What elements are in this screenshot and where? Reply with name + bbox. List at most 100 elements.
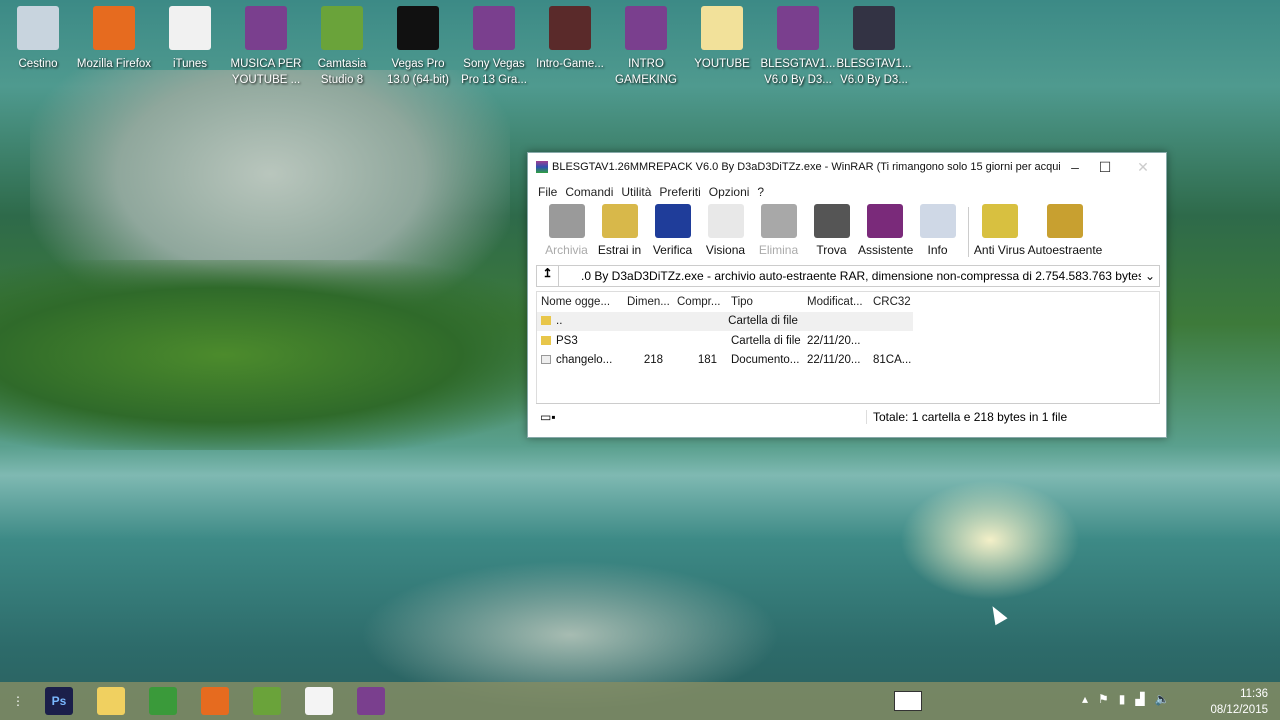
toolbar-button-label: Assistente xyxy=(858,243,914,257)
table-row[interactable]: changelo... 218 181 Documento... 22/11/20...… xyxy=(537,351,1159,371)
wallpaper-trees xyxy=(0,260,560,450)
toolbar-button-trova[interactable]: Trova xyxy=(805,204,858,257)
taskbar-firefox[interactable] xyxy=(192,683,238,719)
address-bar[interactable]: ↥ .0 By D3aD3DiTZz.exe - archivio auto-e… xyxy=(536,265,1160,287)
toolbar-button-label: Archivia xyxy=(545,243,588,257)
desktop-icon-label: Mozilla Firefox xyxy=(76,58,152,70)
toolbar-button-label: Visiona xyxy=(705,243,746,257)
desktop-icon-label: MUSICA PER YOUTUBE ... xyxy=(230,58,302,86)
title-bar[interactable]: BLESGTAV1.26MMREPACK V6.0 By D3aD3DiTZz.… xyxy=(528,153,1166,181)
firefox-icon xyxy=(201,687,229,715)
verifica-icon xyxy=(654,204,691,238)
desktop-icon-image xyxy=(321,6,363,50)
toolbar-button-label: Estrai in xyxy=(597,243,642,257)
cell: 22/11/20... xyxy=(807,354,861,367)
desktop-icon-image xyxy=(853,6,895,50)
taskbar-file-explorer[interactable] xyxy=(88,683,134,719)
toolbar-button-verifica[interactable]: Verifica xyxy=(646,204,699,257)
menu-item[interactable]: Comandi xyxy=(565,185,613,199)
desktop-icon[interactable]: Vegas Pro 13.0 (64-bit) xyxy=(380,6,456,88)
desktop-icon-image xyxy=(397,6,439,50)
toolbar-button-label: Autoestraente xyxy=(1027,243,1103,257)
toolbar-button-info[interactable]: Info xyxy=(911,204,964,257)
cell: 22/11/20... xyxy=(807,334,861,347)
minimize-button[interactable]: – xyxy=(1060,159,1090,175)
toolbar-button-archivia[interactable]: Archivia xyxy=(540,204,593,257)
menu-item[interactable]: Preferiti xyxy=(659,185,700,199)
taskbar: ⋮ Ps ▴ ⚑ ▮ ▟ 🔈 11:36 08/12/2015 xyxy=(0,682,1280,720)
toolbar-button-elimina[interactable]: Elimina xyxy=(752,204,805,257)
desktop-icon[interactable]: Intro-Game... xyxy=(532,6,608,72)
table-row[interactable]: .. Cartella di file xyxy=(537,311,913,331)
estrai-in-icon xyxy=(601,204,638,238)
desktop-icon-image xyxy=(625,6,667,50)
status-text: Totale: 1 cartella e 218 bytes in 1 file xyxy=(866,409,1160,424)
column-header[interactable]: Dimen... xyxy=(621,296,671,308)
toolbar-button-assistente[interactable]: Assistente xyxy=(858,204,914,257)
column-header[interactable]: Modificat... xyxy=(807,296,873,308)
toolbar-button-label: Info xyxy=(927,243,948,257)
desktop-icon[interactable]: Mozilla Firefox xyxy=(76,6,152,72)
toolbar-button-autoestraente[interactable]: Autoestraente xyxy=(1026,204,1104,257)
menu-item[interactable]: ? xyxy=(757,185,764,199)
autoestraente-icon xyxy=(1047,204,1083,238)
desktop-icon-label: Vegas Pro 13.0 (64-bit) xyxy=(386,58,449,86)
taskbar-winrar[interactable] xyxy=(348,683,394,719)
touch-keyboard-icon[interactable] xyxy=(894,691,922,711)
cell: changelo... xyxy=(537,354,621,366)
cell: Cartella di file xyxy=(731,334,801,347)
file-name: .. xyxy=(556,315,563,328)
close-button[interactable]: ✕ xyxy=(1120,153,1166,181)
desktop-icon[interactable]: iTunes xyxy=(152,6,228,72)
start-grip-icon[interactable]: ⋮ xyxy=(0,694,36,708)
toolbar-button-label: Trova xyxy=(816,243,847,257)
taskbar-camtasia[interactable] xyxy=(244,683,290,719)
clock-date: 08/12/2015 xyxy=(1210,704,1268,716)
drive-key-icon[interactable]: ▭▪ xyxy=(536,410,866,424)
desktop-icon[interactable]: YOUTUBE xyxy=(684,6,760,72)
maximize-button[interactable]: ☐ xyxy=(1090,159,1120,176)
desktop-icon[interactable]: Cestino xyxy=(0,6,76,72)
up-folder-button[interactable]: ↥ xyxy=(537,266,559,286)
action-center-icon[interactable]: ⚑ xyxy=(1098,692,1109,706)
column-header[interactable]: Nome ogge... xyxy=(537,296,621,308)
file-name: changelo... xyxy=(556,354,613,367)
desktop-icon[interactable]: BLESGTAV1... V6.0 By D3... xyxy=(836,6,912,88)
menu-item[interactable]: File xyxy=(538,185,557,199)
taskbar-photoshop[interactable]: Ps xyxy=(36,683,82,719)
desktop-icon[interactable]: MUSICA PER YOUTUBE ... xyxy=(228,6,304,88)
volume-icon[interactable]: 🔈 xyxy=(1155,692,1170,706)
desktop-icon-label: Cestino xyxy=(18,58,58,70)
desktop-icon[interactable]: Sony Vegas Pro 13 Gra... xyxy=(456,6,532,88)
desktop-icon-label: BLESGTAV1... V6.0 By D3... xyxy=(760,58,836,86)
taskbar-chrome[interactable] xyxy=(140,683,186,719)
taskbar-camtasia-recorder[interactable] xyxy=(296,683,342,719)
cell: 181 xyxy=(697,354,717,367)
desktop-icon-image xyxy=(777,6,819,50)
desktop-icon[interactable]: INTRO GAMEKING xyxy=(608,6,684,88)
visiona-icon xyxy=(707,204,744,238)
desktop-icon-label: Camtasia Studio 8 xyxy=(317,58,367,86)
column-header[interactable]: CRC32 xyxy=(873,296,919,308)
list-header: Nome ogge... Dimen... Compr... Tipo Modifica… xyxy=(537,292,1159,312)
desktop-icon-image xyxy=(473,6,515,50)
desktop-icon-label: BLESGTAV1... V6.0 By D3... xyxy=(836,58,912,86)
column-header[interactable]: Compr... xyxy=(671,296,725,308)
mouse-cursor xyxy=(986,602,1008,626)
column-header[interactable]: Tipo xyxy=(725,296,807,308)
toolbar-button-visiona[interactable]: Visiona xyxy=(699,204,752,257)
menu-item[interactable]: Opzioni xyxy=(709,185,750,199)
table-row[interactable]: PS3 Cartella di file 22/11/20... xyxy=(537,331,1159,351)
network-icon[interactable]: ▟ xyxy=(1135,692,1144,706)
clock[interactable]: 11:36 08/12/2015 xyxy=(1210,686,1268,718)
menu-item[interactable]: Utilità xyxy=(621,185,651,199)
desktop-icon[interactable]: BLESGTAV1... V6.0 By D3... xyxy=(760,6,836,88)
battery-icon[interactable]: ▮ xyxy=(1119,692,1126,706)
wallpaper-sunlight xyxy=(900,480,1080,600)
desktop-icon[interactable]: Camtasia Studio 8 xyxy=(304,6,380,88)
chevron-down-icon[interactable]: ⌄ xyxy=(1141,269,1159,283)
desktop-icon-image xyxy=(169,6,211,50)
toolbar-button-anti-virus[interactable]: Anti Virus xyxy=(973,204,1026,257)
toolbar-button-estrai-in[interactable]: Estrai in xyxy=(593,204,646,257)
show-hidden-icons[interactable]: ▴ xyxy=(1082,692,1088,706)
